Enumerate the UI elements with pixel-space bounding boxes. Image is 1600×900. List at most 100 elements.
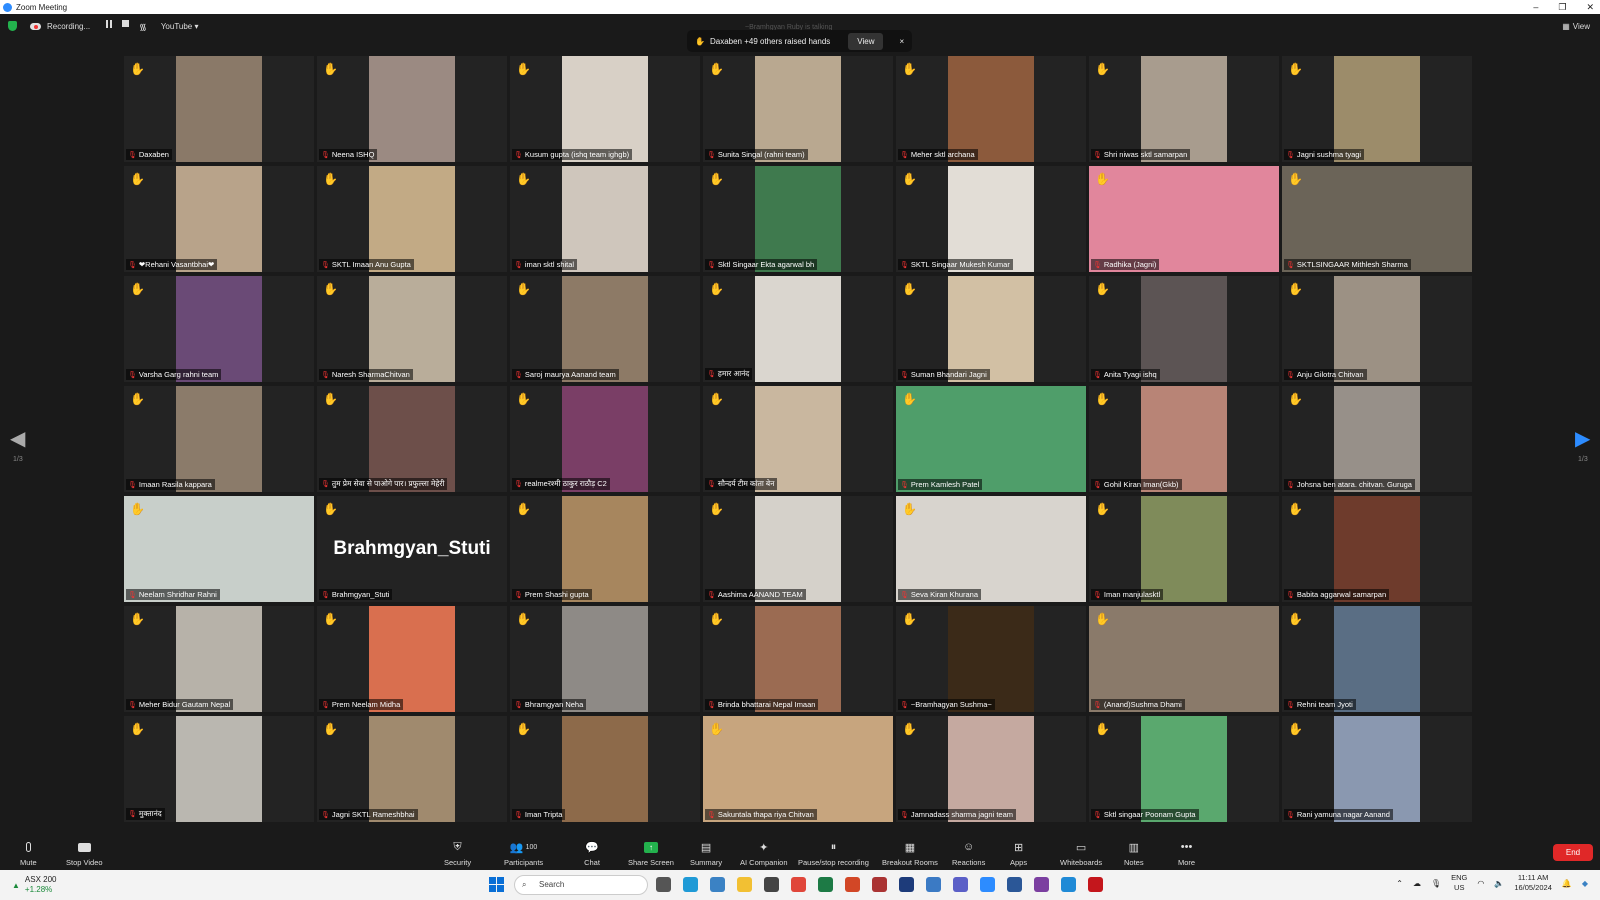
- participant-tile[interactable]: ✋ 🎙 तुम प्रेम सेवा से पाओगे पार। प्रफुल्ला…: [317, 386, 507, 492]
- participant-tile[interactable]: ✋ 🎙 Meher Bidur Gautam Nepal: [124, 606, 314, 712]
- participant-tile[interactable]: ✋ 🎙 Sakuntala thapa riya Chitvan: [703, 716, 893, 822]
- mute-button[interactable]: Mute: [20, 838, 37, 870]
- participant-tile[interactable]: ✋ 🎙 Jagni sushma tyagi: [1282, 56, 1472, 162]
- close-window-button[interactable]: ✕: [1586, 2, 1594, 13]
- banner-close-icon[interactable]: ×: [899, 37, 904, 46]
- notifications-icon[interactable]: 🔔: [1562, 879, 1572, 888]
- banner-view-button[interactable]: View: [848, 32, 884, 50]
- participant-tile[interactable]: ✋ 🎙 Rani yamuna nagar Aanand: [1282, 716, 1472, 822]
- security-button[interactable]: ⛨ Security: [444, 838, 471, 870]
- onenote-icon[interactable]: [1034, 877, 1049, 892]
- end-meeting-button[interactable]: End: [1553, 844, 1593, 861]
- participant-tile[interactable]: ✋ 🎙 ~Bramhagyan Sushma~: [896, 606, 1086, 712]
- tray-chevron-icon[interactable]: ⌃: [1396, 879, 1403, 888]
- share-screen-button[interactable]: ↑ Share Screen: [628, 838, 674, 870]
- participant-tile[interactable]: ✋ 🎙 सौन्दर्य टीम कांता बेन: [703, 386, 893, 492]
- microphone-tray-icon[interactable]: 🎙: [1431, 879, 1441, 888]
- stop-recording-icon[interactable]: [122, 20, 130, 27]
- onedrive-icon[interactable]: ☁: [1413, 879, 1421, 888]
- participant-tile[interactable]: ✋ 🎙 Iman Tripta: [510, 716, 700, 822]
- participant-tile[interactable]: ✋ 🎙 Radhika (Jagni): [1089, 166, 1279, 272]
- teams-icon[interactable]: [953, 877, 968, 892]
- taskbar-search-input[interactable]: ⌕ Search: [514, 875, 648, 895]
- participant-tile[interactable]: ✋ 🎙 Jagni SKTL Rameshbhai: [317, 716, 507, 822]
- participant-tile[interactable]: ✋ 🎙 Sktl Singaar Ekta agarwal bh: [703, 166, 893, 272]
- participant-tile[interactable]: ✋ 🎙 हमार आनंद: [703, 276, 893, 382]
- summary-button[interactable]: ▤ Summary: [690, 838, 722, 870]
- calculator-icon[interactable]: [764, 877, 779, 892]
- previous-page-icon[interactable]: ◀: [10, 426, 25, 451]
- participant-tile[interactable]: ✋ 🎙 Anju Gilotra Chitvan: [1282, 276, 1472, 382]
- breakout-rooms-button[interactable]: ▦ Breakout Rooms: [882, 838, 938, 870]
- clock[interactable]: 11:11 AM 16/05/2024: [1514, 873, 1552, 893]
- participant-tile[interactable]: ✋ 🎙 मुक्तानंद: [124, 716, 314, 822]
- participant-tile[interactable]: ✋ 🎙 Shri niwas sktl samarpan: [1089, 56, 1279, 162]
- participant-tile[interactable]: ✋ 🎙 Neelam Shridhar Rahni: [124, 496, 314, 602]
- participants-button[interactable]: 👥 100 Participants: [504, 838, 543, 870]
- notes-button[interactable]: ▥ Notes: [1124, 838, 1144, 870]
- file-explorer-icon[interactable]: [737, 877, 752, 892]
- participant-tile[interactable]: ✋ 🎙 Daxaben: [124, 56, 314, 162]
- participant-tile[interactable]: ✋ 🎙 Varsha Garg rahni team: [124, 276, 314, 382]
- stream-destination[interactable]: YouTube ▾: [161, 22, 199, 31]
- restore-button[interactable]: ❐: [1558, 2, 1566, 13]
- windows-start-icon[interactable]: [489, 877, 504, 892]
- participant-tile[interactable]: ✋ 🎙 Saroj maurya Aanand team: [510, 276, 700, 382]
- participant-tile[interactable]: ✋ 🎙 Bhramgyan Neha: [510, 606, 700, 712]
- mail-icon[interactable]: [710, 877, 725, 892]
- participant-tile[interactable]: ✋ 🎙 Prem Kamlesh Patel: [896, 386, 1086, 492]
- participant-tile[interactable]: ✋ 🎙 Rehni team Jyoti: [1282, 606, 1472, 712]
- chrome-icon[interactable]: [791, 877, 806, 892]
- app-l-icon[interactable]: [899, 877, 914, 892]
- participant-tile[interactable]: ✋ 🎙 Anita Tyagi ishq: [1089, 276, 1279, 382]
- minimize-button[interactable]: –: [1533, 2, 1538, 12]
- participant-tile[interactable]: ✋ 🎙 Prem Shashi gupta: [510, 496, 700, 602]
- participant-tile[interactable]: ✋ 🎙 Neena ISHQ: [317, 56, 507, 162]
- participant-tile[interactable]: ✋ 🎙 Babita aggarwal samarpan: [1282, 496, 1472, 602]
- ai-companion-button[interactable]: ✦ AI Companion: [740, 838, 788, 870]
- participant-tile[interactable]: ✋ 🎙 Prem Neelam Midha: [317, 606, 507, 712]
- pause-stop-recording-button[interactable]: ⏸ Pause/stop recording: [798, 838, 869, 870]
- participant-tile[interactable]: ✋ 🎙 Suman Bhandari Jagni: [896, 276, 1086, 382]
- participant-tile[interactable]: ✋ 🎙 Johsna ben atara. chitvan. Guruga: [1282, 386, 1472, 492]
- participant-tile[interactable]: ✋ 🎙 Sunita Singal (rahni team): [703, 56, 893, 162]
- participant-tile[interactable]: ✋ 🎙 Iman manjulasktl: [1089, 496, 1279, 602]
- wifi-icon[interactable]: ◠: [1477, 879, 1484, 888]
- whiteboards-button[interactable]: ▭ Whiteboards: [1060, 838, 1102, 870]
- zoom-taskbar-icon[interactable]: [980, 877, 995, 892]
- apps-button[interactable]: ⊞ Apps: [1010, 838, 1027, 870]
- participant-tile[interactable]: ✋ 🎙 Sktl singaar Poonam Gupta: [1089, 716, 1279, 822]
- encryption-shield-icon[interactable]: [8, 21, 17, 31]
- pause-recording-icon[interactable]: [106, 20, 113, 28]
- pen-icon[interactable]: [926, 877, 941, 892]
- participant-tile[interactable]: ✋ 🎙 Imaan Rasila kappara: [124, 386, 314, 492]
- participant-tile[interactable]: ✋ 🎙 Meher sktl archana: [896, 56, 1086, 162]
- participant-tile[interactable]: ✋ 🎙 Gohil Kiran Iman(Gkb): [1089, 386, 1279, 492]
- edge-icon[interactable]: [683, 877, 698, 892]
- word-icon[interactable]: [1007, 877, 1022, 892]
- app-blue-icon[interactable]: [1061, 877, 1076, 892]
- participant-tile[interactable]: ✋ 🎙 Naresh SharmaChitvan: [317, 276, 507, 382]
- copilot-icon[interactable]: ◆: [1582, 879, 1588, 888]
- participant-tile[interactable]: ✋ 🎙 Brinda bhattarai Nepal Imaan: [703, 606, 893, 712]
- reactions-button[interactable]: ☺ Reactions: [952, 838, 985, 870]
- input-language[interactable]: ENG US: [1451, 873, 1467, 893]
- more-button[interactable]: ••• More: [1178, 838, 1195, 870]
- view-button[interactable]: ▦ View: [1562, 22, 1590, 31]
- participant-tile[interactable]: ✋ 🎙 Aashima AANAND TEAM: [703, 496, 893, 602]
- participant-tile[interactable]: ✋ 🎙 iman sktl shital: [510, 166, 700, 272]
- stop-video-button[interactable]: Stop Video: [66, 838, 103, 870]
- participant-tile[interactable]: ✋ 🎙 SKTL Imaan Anu Gupta: [317, 166, 507, 272]
- acrobat-icon[interactable]: [1088, 877, 1103, 892]
- excel-icon[interactable]: [818, 877, 833, 892]
- stock-widget[interactable]: ▲ ASX 200 +1.28%: [12, 875, 57, 895]
- participant-tile[interactable]: ✋ 🎙 Seva Kiran Khurana: [896, 496, 1086, 602]
- participant-tile[interactable]: ✋ 🎙 realmeरश्मी ठाकुर राठौड़ C2: [510, 386, 700, 492]
- participant-tile[interactable]: ✋ 🎙 SKTLSINGAAR Mithlesh Sharma: [1282, 166, 1472, 272]
- app-icon[interactable]: [872, 877, 887, 892]
- task-view-icon[interactable]: [656, 877, 671, 892]
- participant-tile[interactable]: ✋ 🎙 ❤Rehani Vasantbhai❤: [124, 166, 314, 272]
- powerpoint-icon[interactable]: [845, 877, 860, 892]
- volume-icon[interactable]: 🔈: [1494, 879, 1504, 888]
- participant-tile[interactable]: ✋ 🎙 Jamnadass sharma jagni team: [896, 716, 1086, 822]
